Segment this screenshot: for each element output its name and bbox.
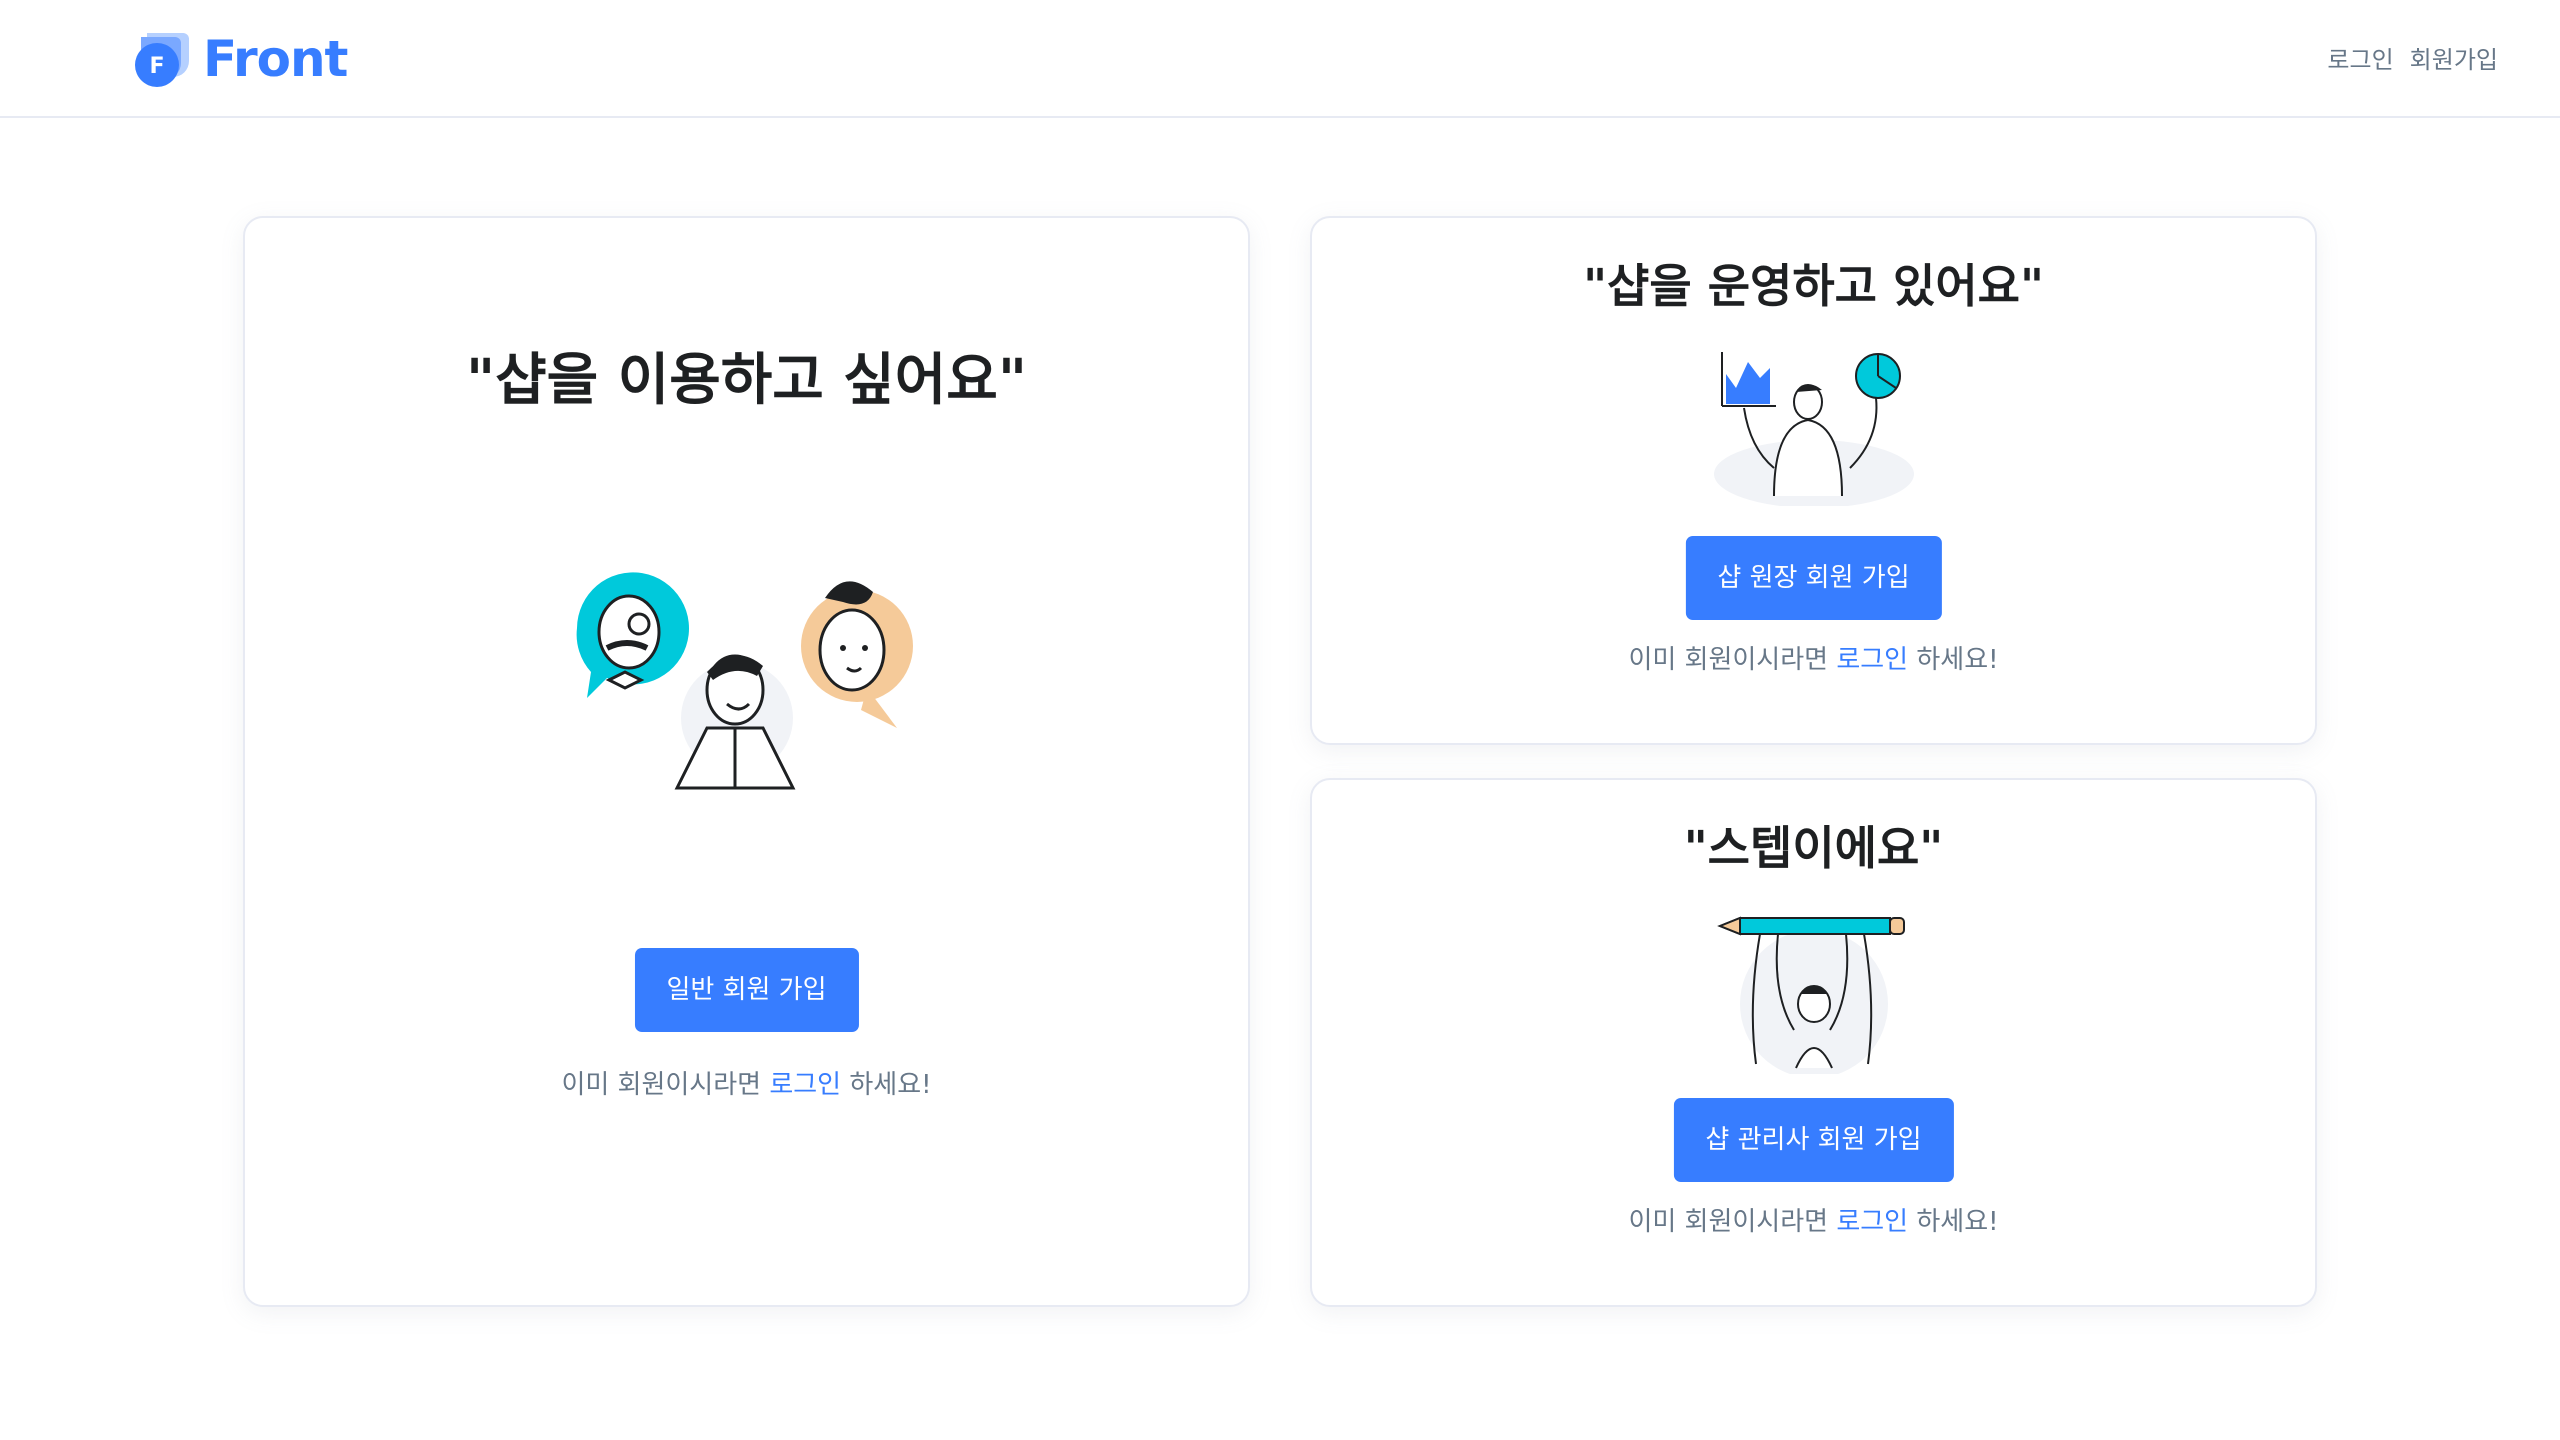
shop-staff-signup-button[interactable]: 샵 관리사 회원 가입 bbox=[1673, 1098, 1954, 1182]
customer-card-title: "샵을 이용하고 싶어요" bbox=[465, 348, 1028, 413]
header-nav: 로그인 회원가입 bbox=[2327, 40, 2498, 75]
pencil-holding-illustration bbox=[1714, 908, 1914, 1078]
staff-signup-card: "스텝이에요" 샵 관리사 회원 가입 이미 회원이시라면 로그인 하세요! bbox=[1310, 778, 2317, 1307]
owner-login-link[interactable]: 로그인 bbox=[1836, 645, 1908, 675]
staff-card-title: "스텝이에요" bbox=[1683, 821, 1944, 875]
owner-card-title: "샵을 운영하고 있어요" bbox=[1583, 259, 2044, 313]
login-hint-prefix: 이미 회원이시라면 bbox=[561, 1070, 762, 1100]
top-navbar: F Front 로그인 회원가입 bbox=[0, 0, 2560, 118]
customer-login-hint: 이미 회원이시라면 로그인 하세요! bbox=[245, 1064, 1248, 1101]
staff-login-link[interactable]: 로그인 bbox=[1836, 1207, 1908, 1237]
customers-chatting-illustration bbox=[567, 568, 927, 808]
business-analytics-illustration bbox=[1704, 346, 1924, 508]
login-hint-prefix: 이미 회원이시라면 bbox=[1628, 1207, 1829, 1237]
login-hint-suffix: 하세요! bbox=[1916, 1207, 1999, 1237]
login-hint-prefix: 이미 회원이시라면 bbox=[1628, 645, 1829, 675]
owner-login-hint: 이미 회원이시라면 로그인 하세요! bbox=[1312, 639, 2315, 676]
general-member-signup-button[interactable]: 일반 회원 가입 bbox=[634, 948, 859, 1032]
brand-logo[interactable]: F Front bbox=[127, 26, 348, 92]
customer-signup-card: "샵을 이용하고 싶어요" 일반 회원 가입 이미 회원이시라면 로그인 하세요… bbox=[243, 216, 1250, 1307]
customer-login-link[interactable]: 로그인 bbox=[769, 1070, 841, 1100]
nav-login-link[interactable]: 로그인 bbox=[2327, 40, 2393, 75]
nav-signup-link[interactable]: 회원가입 bbox=[2410, 40, 2498, 75]
login-hint-suffix: 하세요! bbox=[849, 1070, 932, 1100]
brand-name: Front bbox=[203, 30, 348, 88]
logo-initial: F bbox=[149, 54, 164, 79]
owner-signup-card: "샵을 운영하고 있어요" 샵 원장 회원 가입 이미 회원이시라면 로그인 하… bbox=[1310, 216, 2317, 745]
staff-login-hint: 이미 회원이시라면 로그인 하세요! bbox=[1312, 1201, 2315, 1238]
login-hint-suffix: 하세요! bbox=[1916, 645, 1999, 675]
shop-owner-signup-button[interactable]: 샵 원장 회원 가입 bbox=[1685, 536, 1942, 620]
front-logo-icon: F bbox=[127, 27, 191, 91]
